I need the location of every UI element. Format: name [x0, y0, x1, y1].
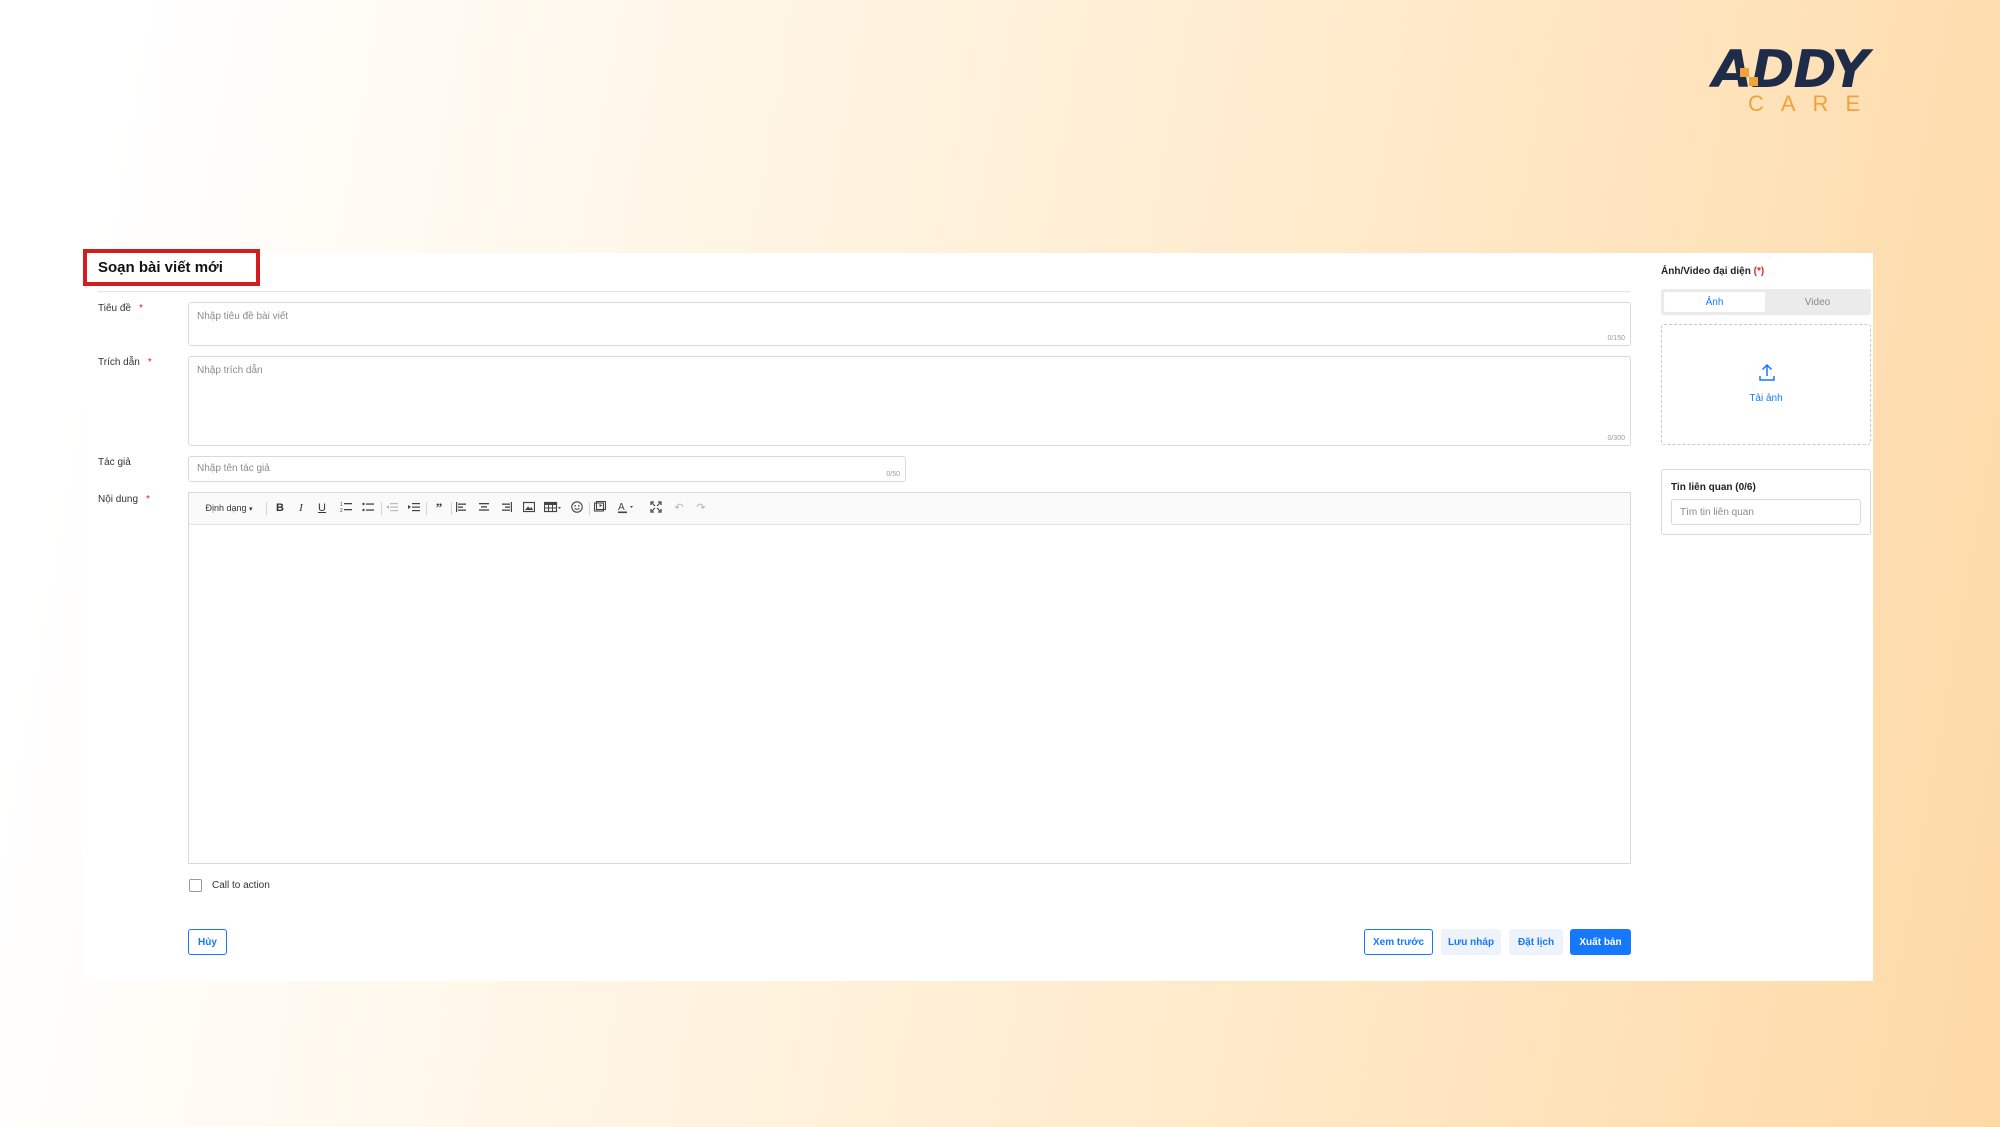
toolbar-divider [381, 502, 382, 515]
addy-care-logo: ADDY CARE [1712, 40, 1892, 116]
align-right-icon[interactable] [499, 501, 513, 517]
emoji-icon[interactable] [570, 501, 584, 517]
required-mark: * [146, 494, 150, 505]
format-dropdown-label: Định dạng [205, 503, 247, 513]
schedule-button[interactable]: Đặt lịch [1509, 929, 1563, 955]
toolbar-divider [426, 502, 427, 515]
publish-button[interactable]: Xuất bản [1570, 929, 1631, 955]
fullscreen-icon[interactable] [649, 501, 663, 517]
title-placeholder: Nhập tiêu đề bài viết [197, 311, 289, 322]
cancel-button[interactable]: Hủy [188, 929, 227, 955]
media-section-title: Ảnh/Video đại diện (*) [1661, 266, 1764, 277]
underline-icon[interactable]: U [315, 501, 329, 517]
unordered-list-icon[interactable] [361, 501, 375, 517]
upload-icon [1759, 363, 1775, 381]
font-color-icon[interactable]: A [617, 501, 637, 517]
logo-subtitle: CARE [1748, 91, 1878, 116]
preview-button[interactable]: Xem trước [1364, 929, 1433, 955]
excerpt-textarea[interactable]: Nhập trích dẫn 0/300 [188, 356, 1631, 446]
author-label: Tác giả [98, 457, 131, 468]
undo-icon[interactable]: ↶ [672, 501, 686, 517]
italic-icon[interactable]: I [294, 501, 308, 517]
editor-toolbar: Định dạng ▾ B I U 12 ” A ↶ ↷ [189, 493, 1630, 525]
required-mark: * [138, 303, 143, 314]
excerpt-label-text: Trích dẫn [98, 357, 140, 368]
blockquote-icon[interactable]: ” [431, 501, 447, 517]
logo-accent-square [1749, 77, 1758, 86]
indent-icon[interactable] [407, 501, 421, 517]
call-to-action-checkbox[interactable] [189, 879, 202, 892]
toolbar-divider [589, 502, 590, 515]
redo-icon[interactable]: ↷ [694, 501, 708, 517]
save-draft-button[interactable]: Lưu nháp [1441, 929, 1501, 955]
author-input[interactable]: Nhập tên tác giả 0/50 [188, 456, 906, 482]
align-left-icon[interactable] [455, 501, 469, 517]
toolbar-divider [451, 502, 452, 515]
outdent-icon[interactable] [385, 501, 399, 517]
related-news-title: Tin liên quan (0/6) [1671, 482, 1756, 493]
author-counter: 0/50 [886, 471, 900, 478]
page-title: Soạn bài viết mới [98, 259, 223, 276]
tab-image[interactable]: Ảnh [1664, 292, 1765, 312]
title-input[interactable]: Nhập tiêu đề bài viết 0/150 [188, 302, 1631, 346]
title-label-text: Tiêu đề [98, 303, 131, 314]
rich-text-editor[interactable]: Định dạng ▾ B I U 12 ” A ↶ ↷ [188, 492, 1631, 864]
format-dropdown[interactable]: Định dạng ▾ [203, 501, 255, 517]
media-embed-icon[interactable] [593, 500, 607, 517]
svg-text:A: A [618, 502, 625, 513]
call-to-action-label: Call to action [212, 880, 270, 891]
required-mark: * [147, 357, 152, 368]
related-news-search-input[interactable]: Tìm tin liên quan [1671, 499, 1861, 525]
related-search-placeholder: Tìm tin liên quan [1680, 507, 1754, 518]
table-icon[interactable] [543, 501, 563, 517]
content-label: Nội dung * [98, 494, 150, 505]
align-center-icon[interactable] [477, 501, 491, 517]
content-label-text: Nội dung [98, 494, 139, 505]
svg-text:2: 2 [340, 508, 343, 513]
upload-label: Tải ảnh [1749, 393, 1783, 404]
related-news-box: Tin liên quan (0/6) Tìm tin liên quan [1661, 469, 1871, 535]
ordered-list-icon[interactable]: 12 [339, 501, 353, 517]
excerpt-label: Trích dẫn * [98, 357, 152, 368]
author-placeholder: Nhập tên tác giả [197, 463, 270, 474]
media-title-text: Ảnh/Video đại diện [1661, 266, 1751, 277]
toolbar-divider [266, 502, 267, 515]
title-counter: 0/150 [1607, 335, 1625, 342]
title-divider [98, 291, 1630, 292]
title-label: Tiêu đề * [98, 303, 143, 314]
chevron-down-icon: ▾ [249, 506, 253, 513]
required-mark: (*) [1753, 266, 1765, 277]
media-type-switch: Ảnh Video [1661, 289, 1871, 315]
logo-wordmark: ADDY [1712, 40, 1869, 100]
bold-icon[interactable]: B [273, 501, 287, 517]
image-upload-area[interactable]: Tải ảnh [1661, 324, 1871, 445]
logo-accent-square [1740, 68, 1749, 77]
tab-video[interactable]: Video [1767, 292, 1868, 312]
image-icon[interactable] [522, 501, 536, 517]
excerpt-counter: 0/300 [1607, 435, 1625, 442]
excerpt-placeholder: Nhập trích dẫn [197, 365, 263, 376]
